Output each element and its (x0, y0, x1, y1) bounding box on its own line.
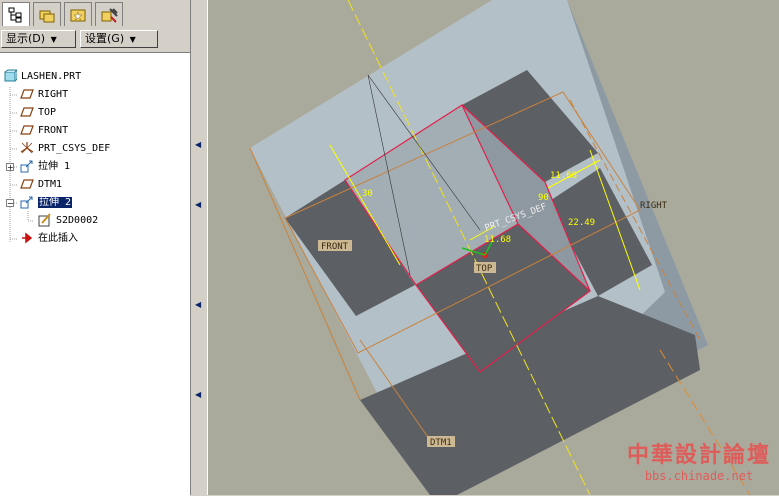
tree-item-right[interactable]: RIGHT (20, 86, 68, 104)
tab-folder-browser[interactable] (33, 2, 61, 26)
tab-connections[interactable] (95, 2, 123, 26)
tree-item-extrude-1[interactable]: 拉伸 1 (20, 158, 70, 176)
chevron-down-icon: ▼ (129, 35, 136, 44)
dimension-value[interactable]: 30 (362, 189, 373, 199)
chevron-left-icon[interactable]: ◀ (195, 300, 201, 309)
tree-root-label: LASHEN.PRT (21, 71, 82, 82)
tree-item-label: RIGHT (38, 89, 69, 100)
tree-item-csys[interactable]: PRT_CSYS_DEF (20, 140, 110, 158)
settings-menu-button[interactable]: 设置(G) ▼ (80, 30, 158, 48)
model-tree-icon (8, 7, 22, 23)
chevron-down-icon: ▼ (50, 35, 57, 44)
tree-item-label: 拉伸 1 (38, 161, 71, 172)
chevron-left-icon[interactable]: ◀ (195, 200, 201, 209)
coordinate-system-icon (20, 141, 34, 155)
tree-item-label: FRONT (38, 125, 69, 136)
tree-item-insert-here[interactable]: 在此插入 (20, 230, 78, 248)
insert-here-icon (20, 231, 34, 245)
chevron-left-icon[interactable]: ◀ (195, 140, 201, 149)
tree-item-label: TOP (38, 107, 57, 118)
tree-root[interactable]: LASHEN.PRT (3, 68, 81, 86)
tree-item-front[interactable]: FRONT (20, 122, 68, 140)
settings-menu-label: 设置(G) (85, 32, 125, 45)
sketch-icon (38, 213, 52, 227)
show-menu-label: 显示(D) (6, 32, 46, 45)
tree-item-label: PRT_CSYS_DEF (38, 143, 111, 154)
tree-item-label: 在此插入 (38, 233, 78, 244)
chevron-left-icon[interactable]: ◀ (195, 390, 201, 399)
datum-label-dtm1[interactable]: DTM1 (430, 438, 452, 448)
datum-plane-icon (20, 177, 34, 191)
show-menu-button[interactable]: 显示(D) ▼ (1, 30, 76, 48)
connections-icon (101, 8, 118, 23)
part-icon (3, 69, 19, 83)
model-tree: LASHEN.PRT RIGHT TOP FRONT PRT_CSYS_DEF … (0, 52, 190, 496)
datum-label-top[interactable]: TOP (476, 264, 493, 274)
navigator-tabs (0, 0, 190, 28)
tree-item-sketch[interactable]: S2D0002 (38, 212, 98, 230)
datum-plane-icon (20, 123, 34, 137)
datum-plane-icon (20, 87, 34, 101)
forum-watermark: 中華設計論壇 bbs.chinade.net (623, 441, 775, 491)
tab-favorites[interactable] (64, 2, 92, 26)
collapse-toggle[interactable]: − (6, 199, 14, 208)
watermark-url: bbs.chinade.net (644, 469, 754, 483)
tree-item-label: S2D0002 (56, 215, 99, 226)
dimension-value[interactable]: 22.49 (568, 218, 595, 228)
extrude-icon (20, 159, 34, 173)
tree-item-top[interactable]: TOP (20, 104, 56, 122)
graphics-viewport[interactable]: RIGHT FRONT TOP DTM1 PRT_CSYS_DEF 30 11.… (208, 0, 779, 495)
navigator-pane: 显示(D) ▼ 设置(G) ▼ LASHEN.PRT RIGHT TOP FRO… (0, 0, 190, 496)
datum-plane-icon (20, 105, 34, 119)
folder-browser-icon (39, 10, 55, 23)
pane-splitter[interactable]: ◀ ◀ ◀ ◀ (190, 0, 208, 495)
tab-model-tree[interactable] (2, 2, 30, 26)
dimension-value[interactable]: 11.68 (550, 171, 577, 181)
watermark-title: 中華設計論壇 (626, 442, 771, 468)
favorites-icon (70, 9, 86, 22)
model-canvas[interactable]: RIGHT FRONT TOP DTM1 PRT_CSYS_DEF 30 11.… (208, 0, 779, 495)
extrude-icon (20, 195, 34, 209)
tree-item-label: 拉伸 2 (38, 197, 73, 208)
tree-item-extrude-2[interactable]: 拉伸 2 (20, 194, 73, 212)
tree-item-dtm1[interactable]: DTM1 (20, 176, 62, 194)
dimension-value[interactable]: 11.68 (484, 235, 511, 245)
datum-label-right[interactable]: RIGHT (640, 201, 668, 211)
dimension-value[interactable]: 90 (538, 193, 549, 203)
datum-label-front[interactable]: FRONT (321, 242, 349, 252)
expand-toggle[interactable]: + (6, 163, 14, 172)
tree-item-label: DTM1 (38, 179, 63, 190)
